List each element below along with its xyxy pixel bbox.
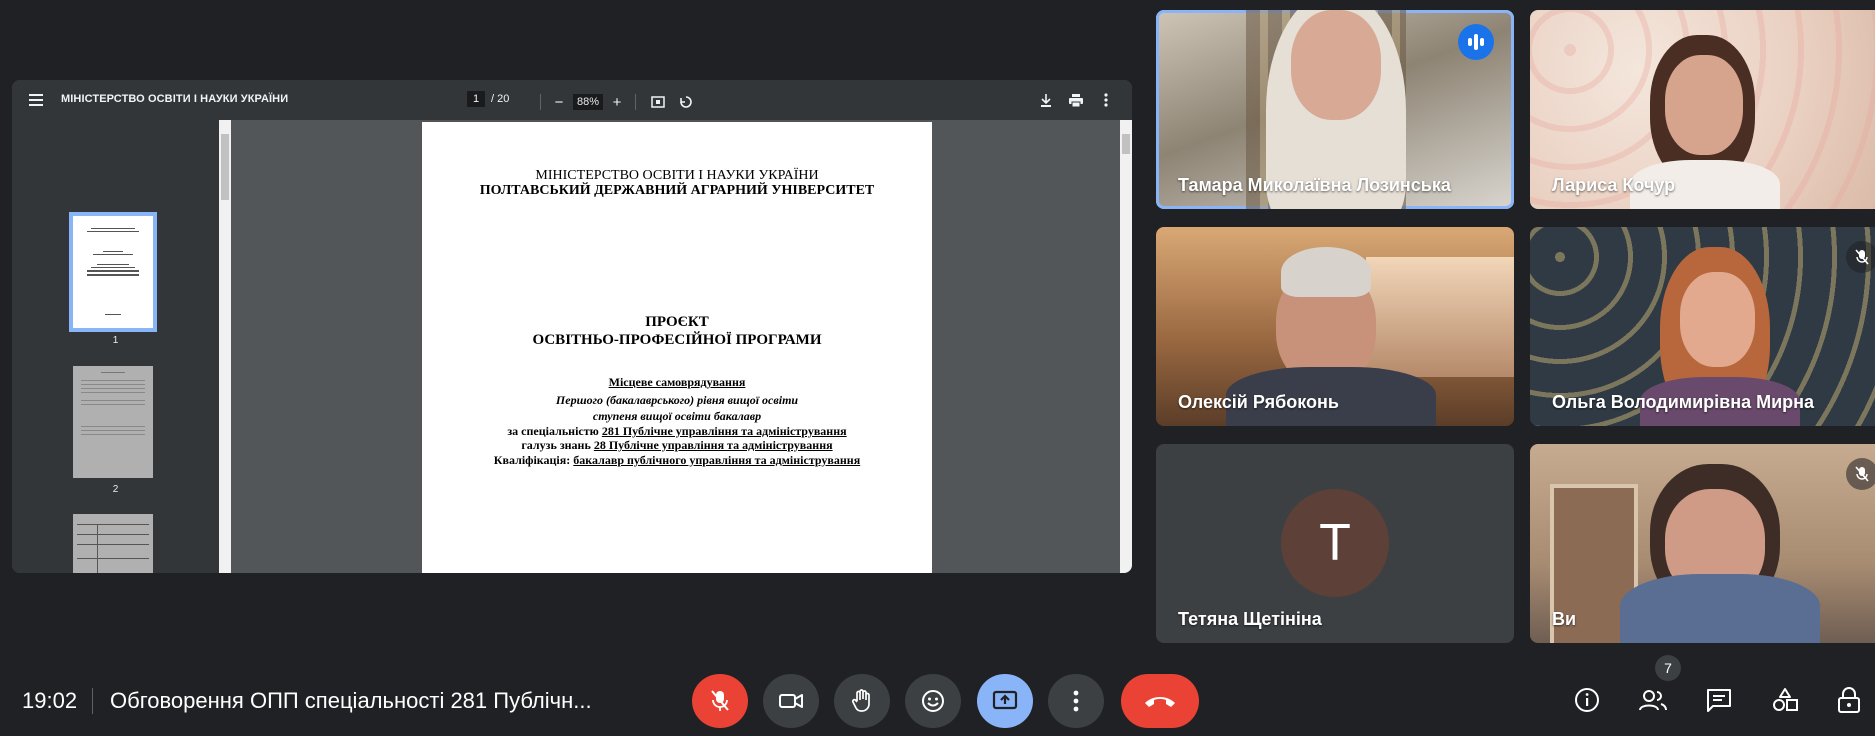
participant-tile[interactable]: T Тетяна Щетініна — [1156, 444, 1514, 643]
page-indicator: 1 / 20 — [467, 91, 509, 107]
thumbnail-number: 1 — [112, 335, 119, 346]
camera-toggle-button[interactable] — [763, 674, 819, 728]
fit-page-icon[interactable] — [644, 88, 672, 116]
participant-tile[interactable]: Олексій Рябоконь — [1156, 227, 1514, 426]
toolbar-divider — [540, 94, 541, 110]
pdf-toolbar: МІНІСТЕРСТВО ОСВІТИ І НАУКИ УКРАЇНИ 1 / … — [12, 80, 1132, 120]
present-screen-icon — [992, 690, 1018, 710]
thumbnail-page-1[interactable] — [69, 212, 157, 332]
doc-university: ПОЛТАВСЬКИЙ ДЕРЖАВНИЙ АГРАРНИЙ УНІВЕРСИТ… — [479, 183, 875, 198]
activities-icon[interactable] — [1769, 684, 1801, 716]
print-icon[interactable] — [1062, 86, 1090, 114]
meeting-controls-bar: 19:02 Обговорення ОПП спеціальності 281 … — [0, 655, 1875, 736]
doc-field-value: 28 Публічне управління та адмініструванн… — [593, 438, 833, 452]
participant-tile[interactable]: Ольга Володимирівна Мирна — [1530, 227, 1875, 426]
participant-name: Олексій Рябоконь — [1178, 392, 1339, 412]
divider — [92, 688, 93, 714]
page-total: / 20 — [491, 93, 510, 105]
participant-tile[interactable]: Ви — [1530, 444, 1875, 643]
mic-off-icon — [711, 690, 729, 711]
participant-name: Лариса Кочур — [1552, 175, 1676, 195]
emoji-icon — [922, 690, 944, 712]
download-icon[interactable] — [1032, 86, 1060, 114]
pdf-scrollbar[interactable] — [1120, 120, 1132, 573]
doc-degree: ступеня вищої освіти бакалавр — [592, 409, 762, 423]
rotate-icon[interactable] — [672, 88, 700, 116]
chat-icon[interactable] — [1703, 684, 1735, 716]
mic-off-icon — [1846, 458, 1875, 490]
pdf-page-area: МІНІСТЕРСТВО ОСВІТИ І НАУКИ УКРАЇНИ ПОЛТ… — [231, 120, 1132, 573]
participant-tile[interactable]: Лариса Кочур — [1530, 10, 1875, 209]
doc-qualification: Кваліфікація: бакалавр публічного управл… — [422, 453, 932, 468]
thumbnail-scrollbar[interactable] — [219, 120, 231, 573]
zoom-input[interactable]: 88% — [573, 94, 604, 110]
participant-name: Ви — [1552, 609, 1577, 629]
camera-icon — [779, 694, 803, 708]
toolbar-divider — [635, 94, 637, 110]
people-icon[interactable] — [1637, 684, 1669, 716]
host-controls-icon[interactable] — [1833, 684, 1865, 716]
thumbnail-page-2[interactable] — [73, 366, 153, 478]
pdf-page: МІНІСТЕРСТВО ОСВІТИ І НАУКИ УКРАЇНИ ПОЛТ… — [422, 122, 932, 573]
doc-specialty-value: 281 Публічне управління та адмініструван… — [601, 424, 847, 438]
more-options-button[interactable] — [1048, 674, 1104, 728]
zoom-out-icon[interactable]: − — [549, 88, 569, 116]
avatar: T — [1281, 489, 1389, 597]
doc-ministry: МІНІСТЕРСТВО ОСВІТИ І НАУКИ УКРАЇНИ — [535, 168, 819, 183]
mic-toggle-button[interactable] — [692, 674, 748, 728]
shared-pdf-viewer: МІНІСТЕРСТВО ОСВІТИ І НАУКИ УКРАЇНИ 1 / … — [12, 80, 1132, 573]
info-icon[interactable] — [1571, 684, 1603, 716]
participant-name: Ольга Володимирівна Мирна — [1552, 392, 1815, 412]
speaking-indicator-icon — [1458, 24, 1494, 60]
phone-hangup-icon — [1145, 697, 1175, 707]
doc-qualification-value: бакалавр публічного управління та адміні… — [573, 453, 861, 467]
participant-tile[interactable]: Тамара Миколаївна Лозинська — [1156, 10, 1514, 209]
doc-specialty-prefix: за спеціальністю — [507, 424, 599, 438]
zoom-controls: − 88% + — [532, 88, 700, 116]
thumbnail-page-3[interactable] — [73, 514, 153, 573]
menu-icon[interactable] — [22, 86, 50, 114]
thumbnail-number: 2 — [112, 484, 119, 495]
more-vert-icon — [1073, 690, 1079, 712]
doc-project: ПРОЄКТ — [645, 314, 709, 330]
doc-qualification-prefix: Кваліфікація: — [493, 453, 571, 467]
more-vert-icon[interactable] — [1092, 86, 1120, 114]
page-number-input[interactable]: 1 — [467, 91, 485, 107]
zoom-in-icon[interactable]: + — [607, 88, 627, 116]
mic-off-icon — [1846, 241, 1875, 273]
participant-name: Тамара Миколаївна Лозинська — [1178, 175, 1451, 195]
pdf-actions — [1032, 86, 1120, 114]
meeting-title: Обговорення ОПП спеціальності 281 Публіч… — [110, 688, 592, 713]
participant-count-badge: 7 — [1655, 655, 1681, 681]
doc-program-name: Місцеве самоврядування — [608, 375, 746, 389]
raise-hand-button[interactable] — [834, 674, 890, 728]
doc-specialty: за спеціальністю 281 Публічне управління… — [422, 424, 932, 439]
doc-level: Першого (бакалаврського) рівня вищої осв… — [555, 393, 799, 407]
present-screen-button[interactable] — [977, 674, 1033, 728]
doc-field-prefix: галузь знань — [521, 438, 591, 452]
thumbnail-sidebar: 1 2 3 — [12, 120, 219, 573]
hand-icon — [852, 689, 870, 712]
doc-program: ОСВІТНЬО-ПРОФЕСІЙНОЇ ПРОГРАМИ — [532, 332, 822, 348]
doc-field: галузь знань 28 Публічне управління та а… — [422, 438, 932, 453]
reactions-button[interactable] — [905, 674, 961, 728]
participant-name: Тетяна Щетініна — [1178, 609, 1322, 629]
meeting-clock: 19:02 — [22, 688, 78, 713]
pdf-title: МІНІСТЕРСТВО ОСВІТИ І НАУКИ УКРАЇНИ — [61, 93, 289, 105]
leave-call-button[interactable] — [1121, 674, 1199, 728]
